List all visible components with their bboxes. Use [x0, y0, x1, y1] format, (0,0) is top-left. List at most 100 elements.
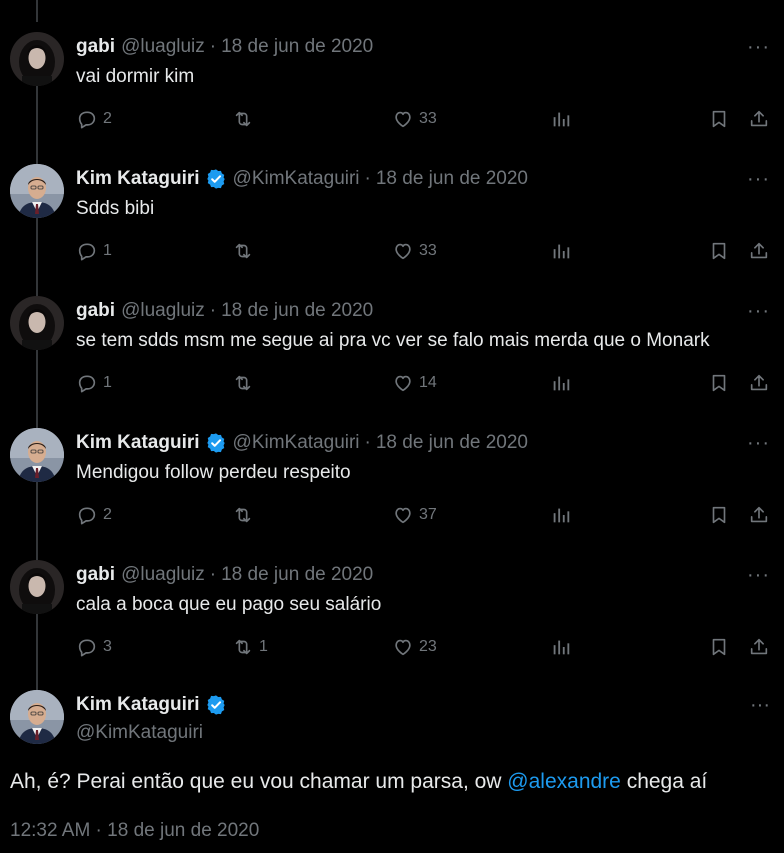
retweet-button[interactable]: [232, 108, 259, 130]
share-button[interactable]: [748, 108, 770, 130]
avatar[interactable]: [10, 296, 64, 350]
more-icon[interactable]: ···: [747, 564, 770, 587]
author-name[interactable]: Kim Kataguiri: [76, 432, 200, 454]
tweet-timestamp[interactable]: 12:32 AM · 18 de jun de 2020: [10, 820, 259, 842]
author-name-text[interactable]: Kim Kataguiri: [76, 694, 200, 716]
avatar[interactable]: [10, 32, 64, 86]
heart-icon: [392, 108, 414, 130]
more-icon[interactable]: ···: [750, 694, 770, 717]
like-count: 23: [419, 638, 437, 655]
tweet-text: Ah, é? Perai então que eu vou chamar um …: [10, 770, 707, 794]
like-button[interactable]: 14: [392, 372, 437, 394]
author-name[interactable]: Kim Kataguiri: [76, 694, 227, 716]
share-icon: [748, 636, 770, 658]
avatar[interactable]: [10, 690, 64, 744]
views-button[interactable]: [550, 108, 572, 130]
views-button[interactable]: [550, 240, 572, 262]
like-button[interactable]: 33: [392, 108, 437, 130]
avatar[interactable]: [10, 428, 64, 482]
share-button[interactable]: [748, 504, 770, 526]
share-icon: [748, 504, 770, 526]
tweet-date[interactable]: 18 de jun de 2020: [376, 168, 528, 190]
bookmark-icon: [708, 240, 730, 262]
bookmark-button[interactable]: [708, 372, 730, 394]
share-icon: [748, 372, 770, 394]
tweet-text-start: Ah, é? Perai então que eu vou chamar um …: [10, 770, 508, 793]
heart-icon: [392, 372, 414, 394]
retweet-button[interactable]: 1: [232, 636, 268, 658]
reply-button[interactable]: 2: [76, 108, 112, 130]
retweet-button[interactable]: [232, 372, 259, 394]
retweet-icon: [232, 240, 254, 262]
bookmark-button[interactable]: [708, 108, 730, 130]
bookmark-icon: [708, 504, 730, 526]
views-button[interactable]: [550, 504, 572, 526]
share-button[interactable]: [748, 240, 770, 262]
like-button[interactable]: 37: [392, 504, 437, 526]
author-name[interactable]: Kim Kataguiri: [76, 168, 200, 190]
replie-count: 1: [103, 242, 112, 259]
retweet-button[interactable]: [232, 240, 259, 262]
like-button[interactable]: 23: [392, 636, 437, 658]
verified-badge-icon: [205, 168, 227, 190]
tweet-header: gabi @luagluiz · 18 de jun de 2020: [76, 564, 373, 586]
tweet-text-end: chega aí: [620, 770, 708, 793]
bookmark-button[interactable]: [708, 240, 730, 262]
views-icon: [550, 240, 572, 262]
share-button[interactable]: [748, 636, 770, 658]
retweet-icon: [232, 108, 254, 130]
tweet-date[interactable]: 18 de jun de 2020: [221, 300, 373, 322]
author-name[interactable]: gabi: [76, 36, 115, 58]
author-handle[interactable]: @KimKataguiri: [233, 432, 360, 454]
share-button[interactable]: [748, 372, 770, 394]
retweet-count: 1: [259, 638, 268, 655]
tweet-header: gabi @luagluiz · 18 de jun de 2020: [76, 300, 373, 322]
author-handle[interactable]: @luagluiz: [121, 564, 205, 586]
replie-count: 1: [103, 374, 112, 391]
action-bar: 2 37: [76, 504, 776, 530]
tweet-text: Mendigou follow perdeu respeito: [76, 462, 351, 483]
more-icon[interactable]: ···: [747, 432, 770, 455]
action-bar: 1 14: [76, 372, 776, 398]
bookmark-button[interactable]: [708, 504, 730, 526]
tweet-date[interactable]: 18 de jun de 2020: [221, 36, 373, 58]
like-button[interactable]: 33: [392, 240, 437, 262]
author-handle[interactable]: @KimKataguiri: [76, 722, 203, 744]
avatar[interactable]: [10, 560, 64, 614]
reply-icon: [76, 504, 98, 526]
retweet-icon: [232, 372, 254, 394]
reply-button[interactable]: 1: [76, 372, 112, 394]
author-name[interactable]: gabi: [76, 300, 115, 322]
like-count: 37: [419, 506, 437, 523]
views-button[interactable]: [550, 636, 572, 658]
mention-link[interactable]: @alexandre: [507, 770, 621, 793]
author-name[interactable]: gabi: [76, 564, 115, 586]
heart-icon: [392, 636, 414, 658]
tweet-header: Kim Kataguiri @KimKataguiri · 18 de jun de …: [76, 432, 528, 454]
reply-button[interactable]: 3: [76, 636, 112, 658]
reply-tweet: Kim Kataguiri @KimKataguiri · 18 de jun de …: [0, 132, 784, 296]
reply-button[interactable]: 2: [76, 504, 112, 526]
more-icon[interactable]: ···: [747, 300, 770, 323]
retweet-button[interactable]: [232, 504, 259, 526]
reply-button[interactable]: 1: [76, 240, 112, 262]
author-handle[interactable]: @luagluiz: [121, 36, 205, 58]
retweet-icon: [232, 504, 254, 526]
like-count: 33: [419, 242, 437, 259]
separator-dot: ·: [364, 432, 371, 453]
bookmark-button[interactable]: [708, 636, 730, 658]
tweet-date[interactable]: 18 de jun de 2020: [221, 564, 373, 586]
avatar[interactable]: [10, 164, 64, 218]
replie-count: 2: [103, 110, 112, 127]
separator-dot: ·: [209, 300, 217, 321]
author-handle[interactable]: @luagluiz: [121, 300, 205, 322]
tweet-header: gabi @luagluiz · 18 de jun de 2020: [76, 36, 373, 58]
reply-icon: [76, 108, 98, 130]
more-icon[interactable]: ···: [747, 36, 770, 59]
more-icon[interactable]: ···: [747, 168, 770, 191]
tweet-date[interactable]: 18 de jun de 2020: [376, 432, 528, 454]
author-handle[interactable]: @KimKataguiri: [233, 168, 360, 190]
like-count: 33: [419, 110, 437, 127]
views-button[interactable]: [550, 372, 572, 394]
main-tweet: Kim Kataguiri @KimKataguiri ··· Ah, é? P…: [0, 680, 784, 853]
